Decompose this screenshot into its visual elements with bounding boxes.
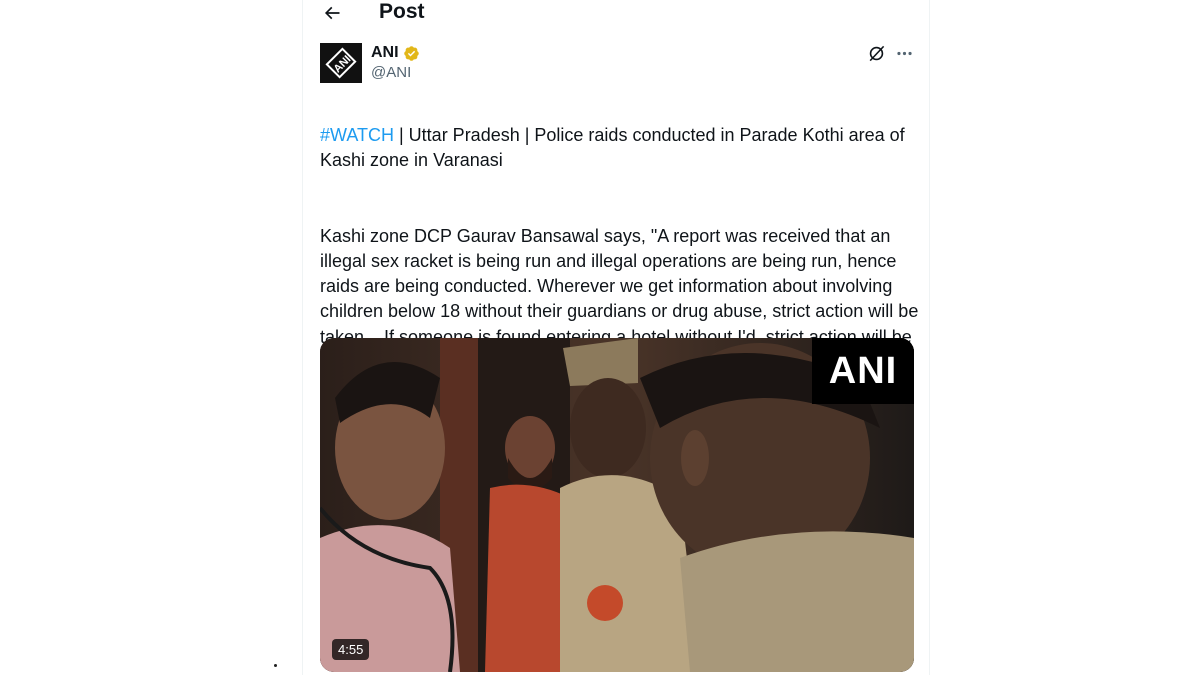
page: Post ANI ANI @ANI #WATCH | Uttar Pradesh…: [0, 0, 1200, 675]
back-button[interactable]: [317, 0, 347, 26]
verified-badge-icon: [403, 45, 420, 62]
grok-icon: [869, 45, 884, 61]
ani-watermark: ANI: [812, 338, 914, 404]
post-paragraph-1: #WATCH | Uttar Pradesh | Police raids co…: [320, 123, 920, 173]
avatar[interactable]: ANI: [320, 43, 362, 83]
author-name-text: ANI: [371, 44, 399, 61]
author-handle[interactable]: @ANI: [371, 64, 411, 82]
page-title: Post: [379, 0, 425, 23]
video-duration-badge: 4:55: [332, 639, 370, 660]
ani-logo-icon: ANI: [320, 43, 362, 83]
author-name[interactable]: ANI: [371, 43, 420, 63]
more-horizontal-icon: [896, 51, 912, 55]
arrow-left-icon: [324, 6, 340, 20]
hashtag-link[interactable]: #WATCH: [320, 125, 394, 145]
post-line1-text: | Uttar Pradesh | Police raids conducted…: [320, 125, 905, 171]
video-player[interactable]: ANI 4:55: [320, 338, 914, 672]
top-bar: Post: [303, 0, 929, 28]
more-button[interactable]: [893, 42, 915, 64]
grok-button[interactable]: [865, 42, 887, 64]
stray-dot: [274, 664, 277, 667]
post-column: Post ANI ANI @ANI #WATCH | Uttar Pradesh…: [302, 0, 930, 675]
